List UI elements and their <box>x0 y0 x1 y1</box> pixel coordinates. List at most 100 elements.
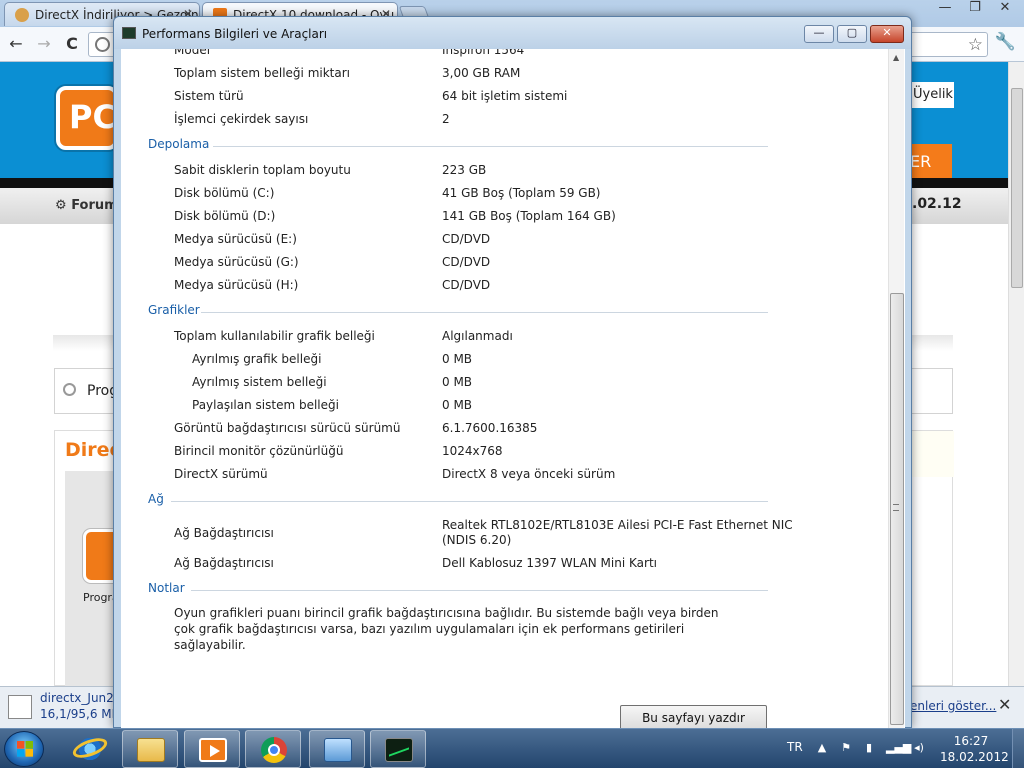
info-row: Ağ Bağdaştırıcısı Dell Kablosuz 1397 WLA… <box>121 556 881 574</box>
page-scroll-thumb[interactable] <box>1011 88 1023 288</box>
power-icon[interactable]: ▮ <box>862 741 876 755</box>
download-filename[interactable]: directx_Jun20 <box>40 691 121 705</box>
notes-heading: Notlar <box>148 581 185 595</box>
page-scrollbar[interactable] <box>1008 62 1024 686</box>
scroll-grip-icon <box>893 504 899 511</box>
row-value: 0 MB <box>442 375 473 389</box>
taskbar-explorer[interactable] <box>122 730 178 768</box>
tray-expand-icon[interactable]: ▲ <box>815 741 829 755</box>
info-row: DirectX sürümü DirectX 8 veya önceki sür… <box>121 467 881 485</box>
forward-arrow-icon[interactable]: → <box>34 34 54 54</box>
print-page-button[interactable]: Bu sayfayı yazdır <box>620 705 767 729</box>
minimize-button[interactable]: — <box>804 25 834 43</box>
row-label: Medya sürücüsü (H:) <box>174 278 299 292</box>
info-row: Medya sürücüsü (G:) CD/DVD <box>121 255 881 273</box>
wrench-menu-icon[interactable]: 🔧 <box>995 32 1016 52</box>
clock-date: 18.02.2012 <box>940 750 1009 764</box>
maximize-button[interactable]: ▢ <box>837 25 867 43</box>
network-signal-icon[interactable]: ▂▄▆ <box>886 741 911 755</box>
nav-date: .02.12 <box>912 196 962 212</box>
row-value: 1024x768 <box>442 444 503 458</box>
reload-icon[interactable]: C <box>62 34 82 54</box>
row-value: 64 bit işletim sistemi <box>442 89 568 103</box>
show-desktop-button[interactable] <box>1012 729 1024 768</box>
row-value-line2: (NDIS 6.20) <box>442 533 512 547</box>
site-logo[interactable]: PC <box>56 86 118 150</box>
close-download-shelf-icon[interactable]: ✕ <box>998 695 1011 714</box>
row-value: CD/DVD <box>442 232 491 246</box>
bookmark-star-icon[interactable]: ☆ <box>968 35 983 55</box>
browser-minimize-icon[interactable]: — <box>932 0 958 18</box>
dialog-title: Performans Bilgileri ve Araçları <box>142 27 328 41</box>
taskbar-chrome[interactable] <box>245 730 301 768</box>
section-divider <box>171 501 768 502</box>
taskbar-ie[interactable] <box>62 730 118 768</box>
row-value: Realtek RTL8102E/RTL8103E Ailesi PCI-E F… <box>442 518 793 532</box>
close-button[interactable]: ✕ <box>870 25 904 43</box>
row-value: DirectX 8 veya önceki sürüm <box>442 467 616 481</box>
folder-icon <box>137 738 165 762</box>
info-row: Toplam sistem belleği miktarı 3,00 GB RA… <box>121 66 881 84</box>
back-arrow-icon[interactable]: ← <box>6 34 26 54</box>
dialog-scrollbar[interactable]: ▲ <box>888 49 904 729</box>
network-heading: Ağ <box>148 492 164 506</box>
performance-tools-icon <box>324 738 352 762</box>
row-value: CD/DVD <box>442 255 491 269</box>
row-value: 2 <box>442 112 450 126</box>
info-row: Medya sürücüsü (E:) CD/DVD <box>121 232 881 250</box>
browser-close-icon[interactable]: ✕ <box>992 0 1018 18</box>
taskbar-resource-monitor[interactable] <box>370 730 426 768</box>
row-value: 0 MB <box>442 398 473 412</box>
info-row: Görüntü bağdaştırıcısı sürücü sürümü 6.1… <box>121 421 881 439</box>
taskbar-media-player[interactable] <box>184 730 240 768</box>
performance-app-icon <box>122 27 136 39</box>
language-indicator[interactable]: TR <box>787 740 803 754</box>
row-label: Toplam sistem belleği miktarı <box>174 66 350 80</box>
start-button[interactable] <box>4 731 44 767</box>
row-label: Disk bölümü (C:) <box>174 186 275 200</box>
info-row: Paylaşılan sistem belleği 0 MB <box>121 398 881 416</box>
info-row: Ayrılmış grafik belleği 0 MB <box>121 352 881 370</box>
section-divider <box>201 312 768 313</box>
membership-link[interactable]: Üyelik <box>908 82 954 108</box>
info-row: Disk bölümü (C:) 41 GB Boş (Toplam 59 GB… <box>121 186 881 204</box>
register-button[interactable]: ER <box>908 144 952 178</box>
info-row: Disk bölümü (D:) 141 GB Boş (Toplam 164 … <box>121 209 881 227</box>
row-label: Medya sürücüsü (G:) <box>174 255 299 269</box>
section-divider <box>213 146 768 147</box>
row-label: Toplam kullanılabilir grafik belleği <box>174 329 375 343</box>
row-value: 6.1.7600.16385 <box>442 421 538 435</box>
download-file-icon[interactable] <box>8 695 32 719</box>
info-row: Sabit disklerin toplam boyutu 223 GB <box>121 163 881 181</box>
row-label: Sistem türü <box>174 89 244 103</box>
row-value: 3,00 GB RAM <box>442 66 521 80</box>
row-value: Inspiron 1564 <box>442 49 525 57</box>
info-row: İşlemci çekirdek sayısı 2 <box>121 112 881 130</box>
row-value: 41 GB Boş (Toplam 59 GB) <box>442 186 601 200</box>
row-value: Dell Kablosuz 1397 WLAN Mini Kartı <box>442 556 657 570</box>
taskbar-performance-tools[interactable] <box>309 730 365 768</box>
gezgin-favicon-icon <box>15 8 29 22</box>
action-center-icon[interactable]: ⚑ <box>839 741 853 755</box>
chrome-icon <box>261 737 287 763</box>
info-row: Toplam kullanılabilir grafik belleği Alg… <box>121 329 881 347</box>
info-row: Ayrılmış sistem belleği 0 MB <box>121 375 881 393</box>
row-label: Ayrılmış sistem belleği <box>192 375 327 389</box>
browser-restore-icon[interactable]: ❐ <box>962 0 988 18</box>
download-progress: 16,1/95,6 MB, <box>40 707 124 721</box>
forum-label: Forum <box>71 198 118 213</box>
show-all-downloads-link[interactable]: enleri göster... <box>910 699 996 713</box>
scroll-up-arrow-icon[interactable]: ▲ <box>893 53 899 62</box>
forum-icon: ⚙ <box>55 198 72 213</box>
system-clock[interactable]: 16:27 18.02.2012 <box>940 733 1009 765</box>
row-value: 223 GB <box>442 163 487 177</box>
volume-icon[interactable]: ◂) <box>912 741 926 755</box>
resource-monitor-icon <box>385 738 413 762</box>
row-label: Görüntü bağdaştırıcısı sürücü sürümü <box>174 421 401 435</box>
taskbar: TR ▲ ⚑ ▮ ▂▄▆ ◂) 16:27 18.02.2012 <box>0 728 1024 768</box>
row-label: Model <box>174 49 211 57</box>
dialog-titlebar[interactable]: Performans Bilgileri ve Araçları — ▢ ✕ <box>114 17 911 49</box>
section-divider <box>191 590 768 591</box>
forum-link[interactable]: ⚙ Forum <box>55 198 118 213</box>
page-globe-icon <box>95 37 110 52</box>
